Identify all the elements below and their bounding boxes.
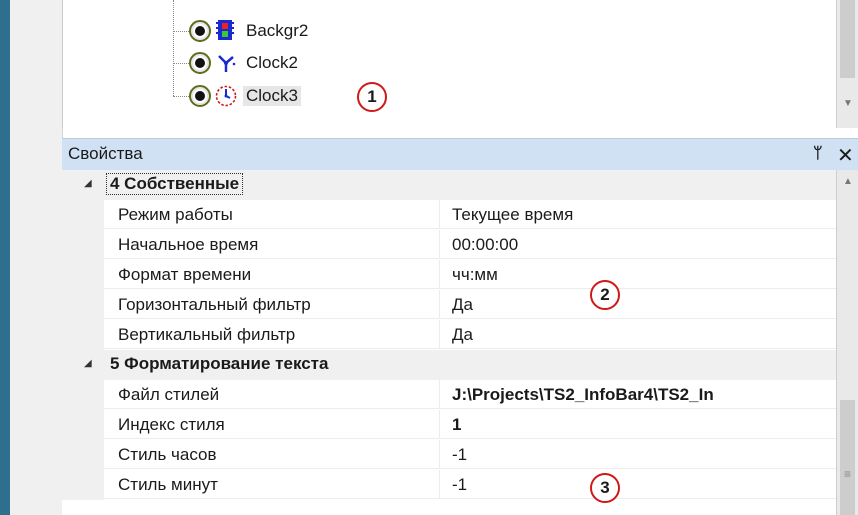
property-name: Формат времени bbox=[104, 260, 440, 289]
callout-badge: 1 bbox=[357, 82, 387, 112]
property-row[interactable]: Индекс стиля 1 bbox=[62, 410, 836, 440]
property-row[interactable]: Начальное время 00:00:00 bbox=[62, 230, 836, 260]
clock-hands-icon bbox=[218, 55, 236, 72]
left-panel-gap bbox=[10, 0, 63, 515]
property-value[interactable]: Да bbox=[440, 290, 836, 319]
tree-node-label[interactable]: Clock3 bbox=[243, 86, 301, 106]
category-row[interactable]: ◢ 4 Собственные bbox=[62, 170, 836, 200]
window-edge bbox=[0, 0, 10, 515]
property-row[interactable]: Режим работы Текущее время bbox=[62, 200, 836, 230]
property-row[interactable]: Горизонтальный фильтр Да bbox=[62, 290, 836, 320]
tree-connector bbox=[173, 30, 189, 32]
property-name: Вертикальный фильтр bbox=[104, 320, 440, 349]
property-grid-scrollbar-thumb[interactable]: ≡ bbox=[840, 400, 855, 515]
visibility-eye-icon[interactable] bbox=[189, 52, 211, 74]
pin-icon[interactable]: ᛘ bbox=[813, 145, 823, 163]
tree-node-clock3[interactable]: Clock3 bbox=[173, 81, 301, 111]
tree-node-clock2[interactable]: Clock2 bbox=[173, 48, 301, 78]
tree-node-label[interactable]: Backgr2 bbox=[243, 21, 311, 41]
property-value[interactable]: 1 bbox=[440, 410, 836, 439]
property-name: Начальное время bbox=[104, 230, 440, 259]
property-name: Режим работы bbox=[104, 200, 440, 229]
property-grid-scrollbar[interactable]: ▲ ≡ bbox=[836, 170, 858, 515]
property-value[interactable]: Да bbox=[440, 320, 836, 349]
scroll-up-arrow-icon[interactable]: ▲ bbox=[843, 176, 853, 187]
tree-node-label[interactable]: Clock2 bbox=[243, 53, 301, 73]
property-name: Файл стилей bbox=[104, 380, 440, 409]
category-label: 4 Собственные bbox=[105, 173, 244, 195]
property-value[interactable]: чч:мм bbox=[440, 260, 836, 289]
close-icon[interactable]: ✕ bbox=[837, 143, 854, 168]
expand-triangle-icon[interactable]: ◢ bbox=[84, 178, 92, 189]
property-value[interactable]: -1 bbox=[440, 470, 836, 499]
tree-connector bbox=[173, 95, 189, 97]
tree-scrollbar[interactable]: ▼ bbox=[836, 0, 858, 128]
property-name: Индекс стиля bbox=[104, 410, 440, 439]
property-name: Стиль часов bbox=[104, 440, 440, 469]
property-row[interactable]: Формат времени чч:мм bbox=[62, 260, 836, 290]
layer-tree: Backgr2 Clock2 Clock3 1 bbox=[62, 0, 837, 128]
tree-node-backgr2[interactable]: Backgr2 bbox=[173, 16, 311, 46]
property-row[interactable]: Вертикальный фильтр Да bbox=[62, 320, 836, 350]
property-row[interactable]: Файл стилей J:\Projects\TS2_InfoBar4\TS2… bbox=[62, 380, 836, 410]
expand-triangle-icon[interactable]: ◢ bbox=[84, 358, 92, 369]
visibility-eye-icon[interactable] bbox=[189, 85, 211, 107]
property-value[interactable]: 00:00:00 bbox=[440, 230, 836, 259]
property-value[interactable]: Текущее время bbox=[440, 200, 836, 229]
visibility-eye-icon[interactable] bbox=[189, 20, 211, 42]
property-value[interactable]: J:\Projects\TS2_InfoBar4\TS2_In bbox=[440, 380, 836, 409]
grip-icon: ≡ bbox=[844, 467, 852, 481]
tree-connector bbox=[173, 62, 189, 64]
callout-badge: 2 bbox=[590, 280, 620, 310]
film-icon bbox=[216, 20, 234, 40]
property-grid: ◢ 4 Собственные Режим работы Текущее вре… bbox=[62, 170, 836, 515]
property-row[interactable]: Стиль часов -1 bbox=[62, 440, 836, 470]
properties-panel-header: Свойства ᛘ ✕ bbox=[62, 138, 858, 171]
property-row[interactable]: Стиль минут -1 bbox=[62, 470, 836, 500]
panel-title: Свойства bbox=[68, 144, 143, 163]
property-value[interactable]: -1 bbox=[440, 440, 836, 469]
callout-badge: 3 bbox=[590, 473, 620, 503]
property-name: Горизонтальный фильтр bbox=[104, 290, 440, 319]
scroll-down-arrow-icon[interactable]: ▼ bbox=[843, 98, 853, 109]
tree-scrollbar-thumb[interactable] bbox=[840, 0, 855, 78]
category-label: 5 Форматирование текста bbox=[110, 354, 329, 373]
property-name: Стиль минут bbox=[104, 470, 440, 499]
category-row[interactable]: ◢ 5 Форматирование текста bbox=[62, 350, 836, 380]
clock-dial-icon bbox=[215, 85, 237, 107]
